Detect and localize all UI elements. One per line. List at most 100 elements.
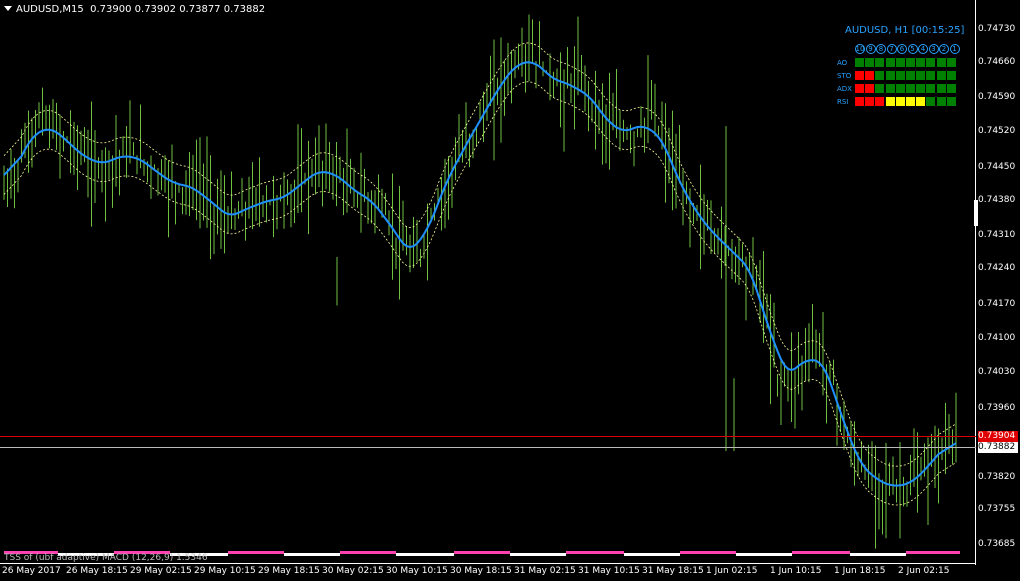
macd-segment (830, 551, 832, 554)
macd-segment (892, 553, 894, 556)
macd-segment (820, 551, 822, 554)
macd-segment (418, 553, 420, 556)
macd-segment (738, 553, 740, 556)
macd-segment (610, 551, 612, 554)
macd-segment (948, 551, 950, 554)
macd-segment (822, 551, 824, 554)
macd-segment (550, 553, 552, 556)
indicator-label: ADX (837, 84, 852, 93)
macd-segment (914, 551, 916, 554)
signal-cell (885, 71, 895, 80)
macd-segment (856, 553, 858, 556)
macd-segment (598, 551, 600, 554)
price-tick-label: 0.74030 (978, 367, 1016, 377)
macd-segment (226, 553, 228, 556)
macd-segment (484, 551, 486, 554)
macd-segment (760, 553, 762, 556)
macd-segment (956, 551, 958, 554)
signal-cell (946, 58, 956, 67)
macd-segment (332, 553, 334, 556)
macd-segment (666, 553, 668, 556)
macd-segment (718, 551, 720, 554)
macd-segment (808, 551, 810, 554)
time-tick-label: 26 May 18:15 (66, 566, 128, 576)
macd-segment (744, 553, 746, 556)
macd-segment (680, 551, 682, 554)
macd-segment (510, 553, 512, 556)
signal-cell (905, 84, 915, 93)
macd-segment (564, 553, 566, 556)
timeframe-badge: 7 (886, 44, 897, 54)
time-tick-label: 1 Jun 02:15 (706, 566, 758, 576)
macd-segment (910, 551, 912, 554)
timeframe-badge: 8 (876, 44, 886, 54)
macd-segment (872, 553, 874, 556)
macd-segment (794, 551, 796, 554)
macd-segment (284, 553, 286, 556)
macd-segment (734, 551, 736, 554)
macd-segment (586, 551, 588, 554)
signal-cell (895, 71, 905, 80)
macd-segment (846, 551, 848, 554)
macd-segment (444, 553, 446, 556)
macd-segment (304, 553, 306, 556)
scale-handle[interactable] (974, 200, 978, 226)
macd-segment (442, 553, 444, 556)
macd-segment (934, 551, 936, 554)
macd-segment (368, 551, 370, 554)
macd-segment (932, 551, 934, 554)
signal-cell (936, 97, 946, 106)
macd-segment (338, 553, 340, 556)
macd-segment (256, 551, 258, 554)
signal-cell (895, 58, 905, 67)
macd-segment (590, 551, 592, 554)
signal-cell (855, 84, 864, 93)
macd-segment (320, 553, 322, 556)
time-tick-label: 26 May 2017 (2, 566, 61, 576)
macd-segment (448, 553, 450, 556)
macd-segment (430, 553, 432, 556)
macd-segment (570, 551, 572, 554)
price-tick-label: 0.74170 (978, 299, 1016, 309)
macd-segment (250, 551, 252, 554)
macd-segment (252, 551, 254, 554)
macd-segment (464, 551, 466, 554)
macd-segment (650, 553, 652, 556)
macd-segment (614, 551, 616, 554)
macd-segment (212, 553, 214, 556)
macd-segment (346, 551, 348, 554)
macd-segment (722, 551, 724, 554)
macd-segment (622, 551, 624, 554)
timeframe-badge: 6 (897, 44, 907, 54)
macd-segment (732, 551, 734, 554)
macd-segment (640, 553, 642, 556)
macd-segment (940, 551, 942, 554)
macd-segment (776, 553, 778, 556)
moving-average-line (3, 61, 957, 487)
macd-segment (308, 553, 310, 556)
timeframe-badge: 9 (865, 44, 876, 54)
macd-segment (840, 551, 842, 554)
price-tick-label: 0.74450 (978, 162, 1016, 172)
macd-segment (828, 551, 830, 554)
macd-segment (890, 553, 892, 556)
macd-segment (330, 553, 332, 556)
macd-segment (796, 551, 798, 554)
macd-segment (334, 553, 336, 556)
price-tick-label: 0.74660 (978, 57, 1016, 67)
macd-segment (544, 553, 546, 556)
macd-segment (248, 551, 250, 554)
macd-segment (690, 551, 692, 554)
macd-segment (896, 553, 898, 556)
macd-segment (540, 553, 542, 556)
macd-segment (582, 551, 584, 554)
macd-segment (438, 553, 440, 556)
time-tick-label: 1 Jun 10:15 (770, 566, 822, 576)
macd-segment (234, 551, 236, 554)
macd-segment (694, 551, 696, 554)
macd-segment (606, 551, 608, 554)
macd-segment (942, 551, 944, 554)
macd-segment (568, 551, 570, 554)
menu-triangle-icon[interactable] (4, 6, 12, 11)
macd-segment (336, 553, 338, 556)
